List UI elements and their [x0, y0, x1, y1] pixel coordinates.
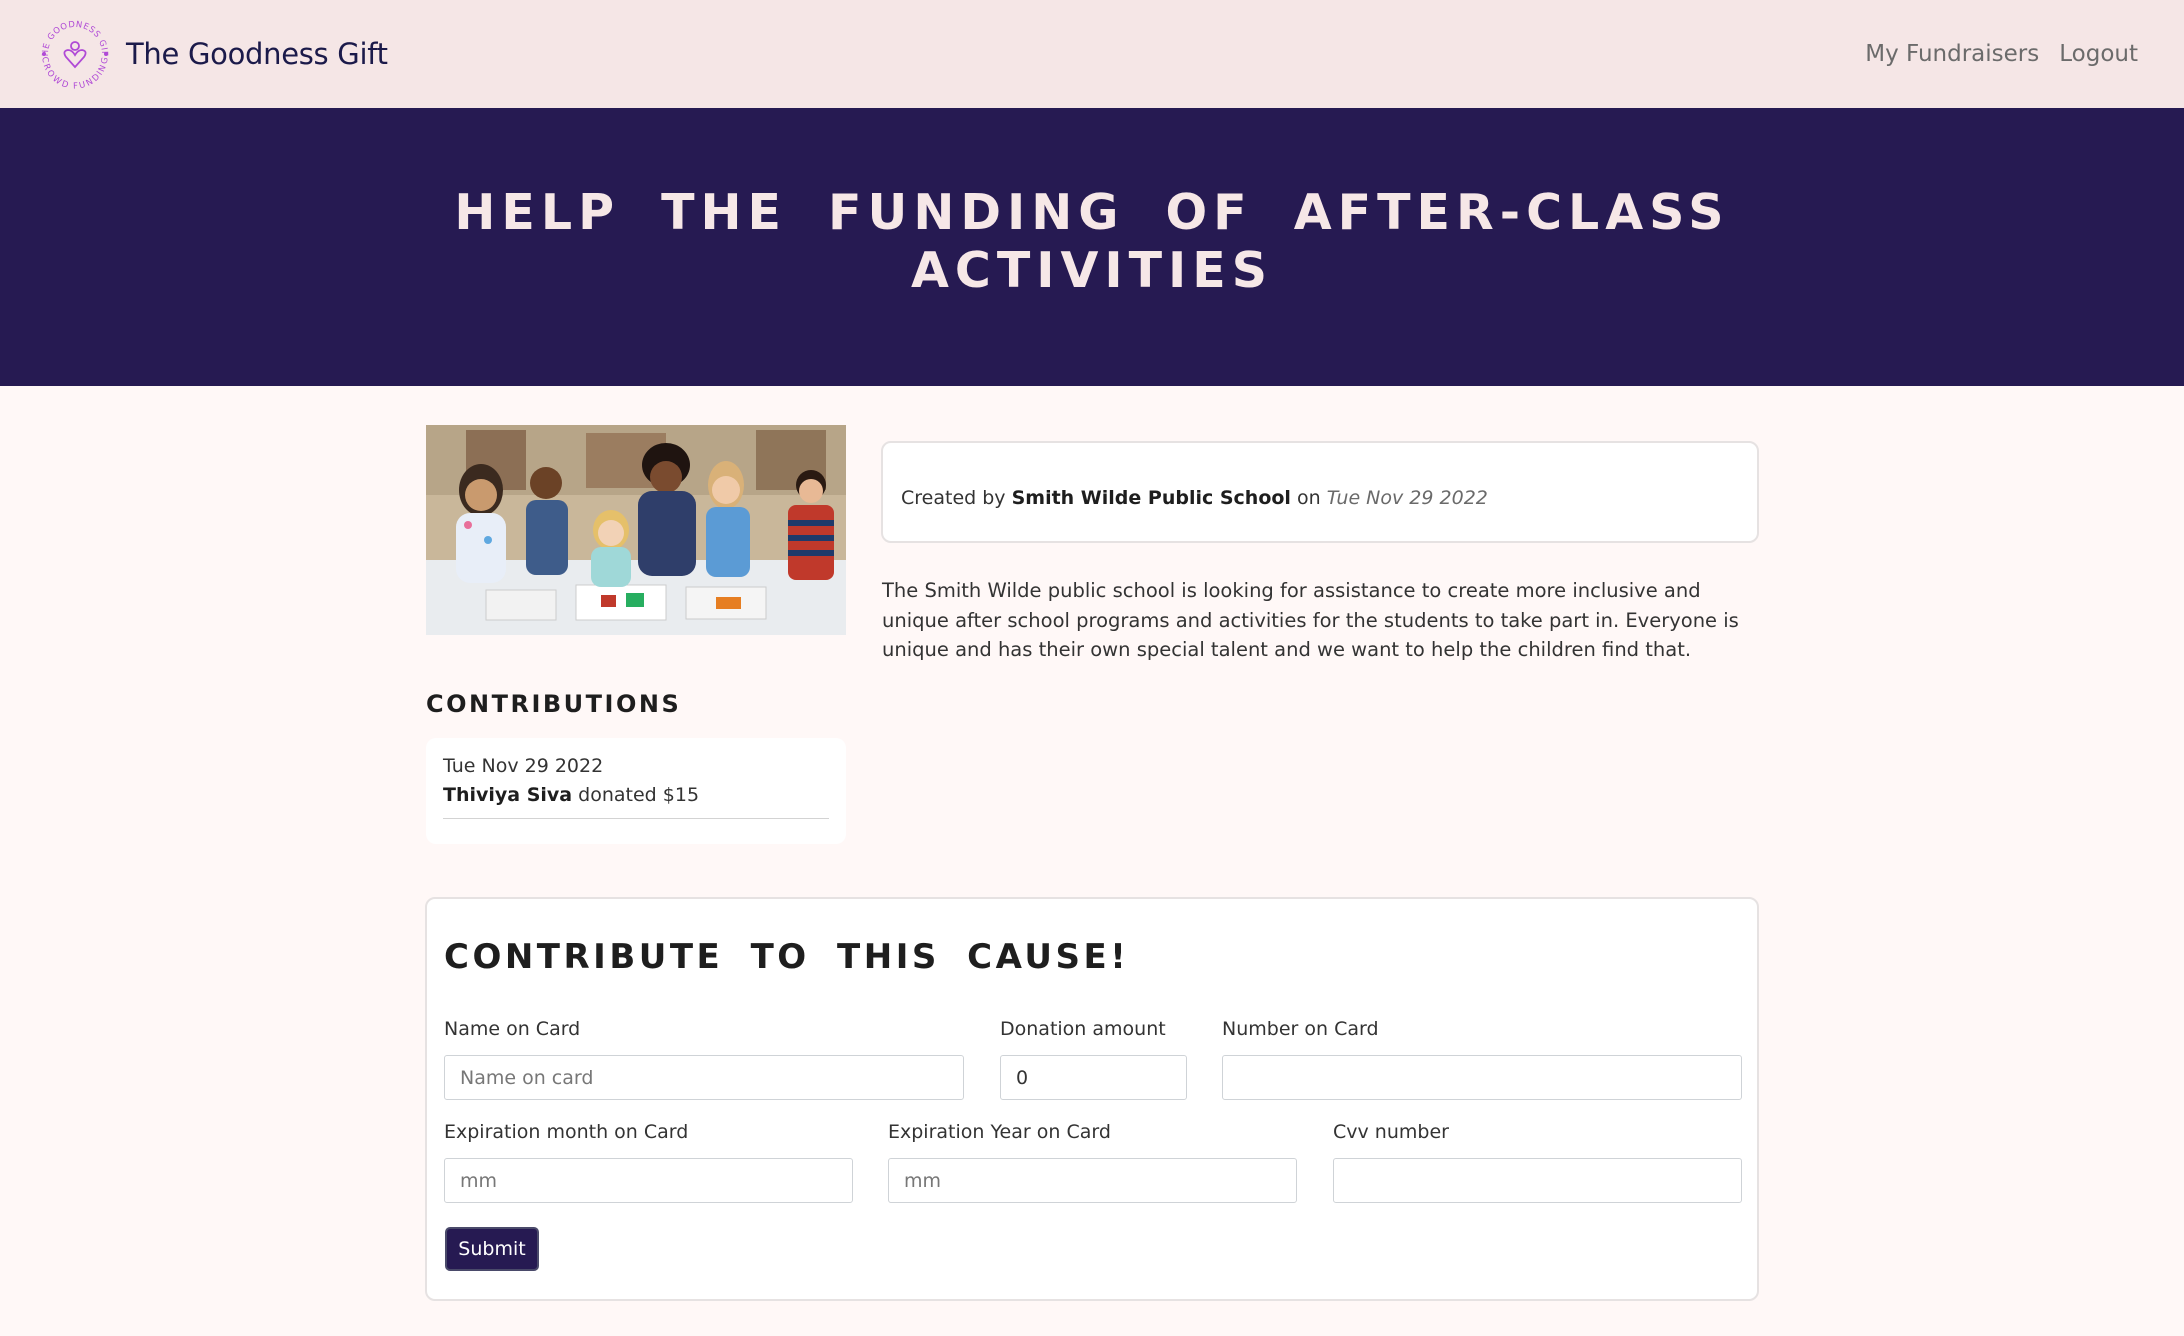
expiration-month-label: Expiration month on Card [444, 1121, 689, 1143]
nav-links: My Fundraisers Logout [1865, 41, 2138, 67]
nav-logout-link[interactable]: Logout [2059, 41, 2138, 67]
contribution-text: donated $15 [578, 784, 700, 806]
fundraiser-description: The Smith Wilde public school is looking… [882, 579, 1739, 661]
donation-amount-input[interactable] [1000, 1055, 1187, 1100]
contribute-form-title: Contribute to this cause! [444, 937, 1130, 977]
brand-name: The Goodness Gift [126, 37, 388, 71]
submit-button[interactable]: Submit [445, 1227, 539, 1271]
name-on-card-field: Name on Card [444, 1017, 964, 1100]
expiration-year-label: Expiration Year on Card [888, 1121, 1111, 1143]
cvv-label: Cvv number [1333, 1121, 1449, 1143]
fundraiser-title: Help the funding of after-class activiti… [454, 184, 1730, 299]
cvv-field: Cvv number [1333, 1120, 1742, 1203]
fundraiser-image [426, 425, 846, 635]
contribution-item: Tue Nov 29 2022 Thiviya Siva donated $15 [443, 752, 829, 819]
donation-amount-label: Donation amount [1000, 1018, 1166, 1040]
cvv-input[interactable] [1333, 1158, 1742, 1203]
brand-link[interactable]: THE GOODNESS GIFT CROWD FUNDING The Good… [36, 15, 388, 93]
created-on-word: on [1297, 487, 1321, 509]
expiration-month-field: Expiration month on Card [444, 1120, 853, 1203]
expiration-year-field: Expiration Year on Card [888, 1120, 1297, 1203]
creator-name: Smith Wilde Public School [1011, 487, 1291, 509]
number-on-card-input[interactable] [1222, 1055, 1742, 1100]
expiration-year-input[interactable] [888, 1158, 1297, 1203]
created-by-card: Created by Smith Wilde Public School on … [881, 441, 1759, 543]
nav-my-fundraisers-link[interactable]: My Fundraisers [1865, 41, 2039, 67]
number-on-card-field: Number on Card [1222, 1017, 1742, 1100]
expiration-month-input[interactable] [444, 1158, 853, 1203]
name-on-card-input[interactable] [444, 1055, 964, 1100]
created-prefix: Created by [901, 487, 1006, 509]
name-on-card-label: Name on Card [444, 1018, 581, 1040]
contributions-list: Tue Nov 29 2022 Thiviya Siva donated $15 [426, 738, 846, 844]
contributions-heading: Contributions [426, 690, 682, 718]
number-on-card-label: Number on Card [1222, 1018, 1379, 1040]
contribution-date: Tue Nov 29 2022 [443, 755, 604, 777]
contribution-line: Thiviya Siva donated $15 [443, 781, 829, 810]
contribution-donor: Thiviya Siva [443, 784, 573, 806]
created-date: Tue Nov 29 2022 [1326, 487, 1488, 509]
goodness-gift-logo-icon: THE GOODNESS GIFT CROWD FUNDING [36, 15, 112, 92]
top-navbar: THE GOODNESS GIFT CROWD FUNDING The Good… [0, 0, 2184, 108]
donation-amount-field: Donation amount [1000, 1017, 1187, 1100]
contribute-form-card: Contribute to this cause! Name on Card D… [425, 897, 1759, 1301]
hero-banner: Help the funding of after-class activiti… [0, 108, 2184, 386]
